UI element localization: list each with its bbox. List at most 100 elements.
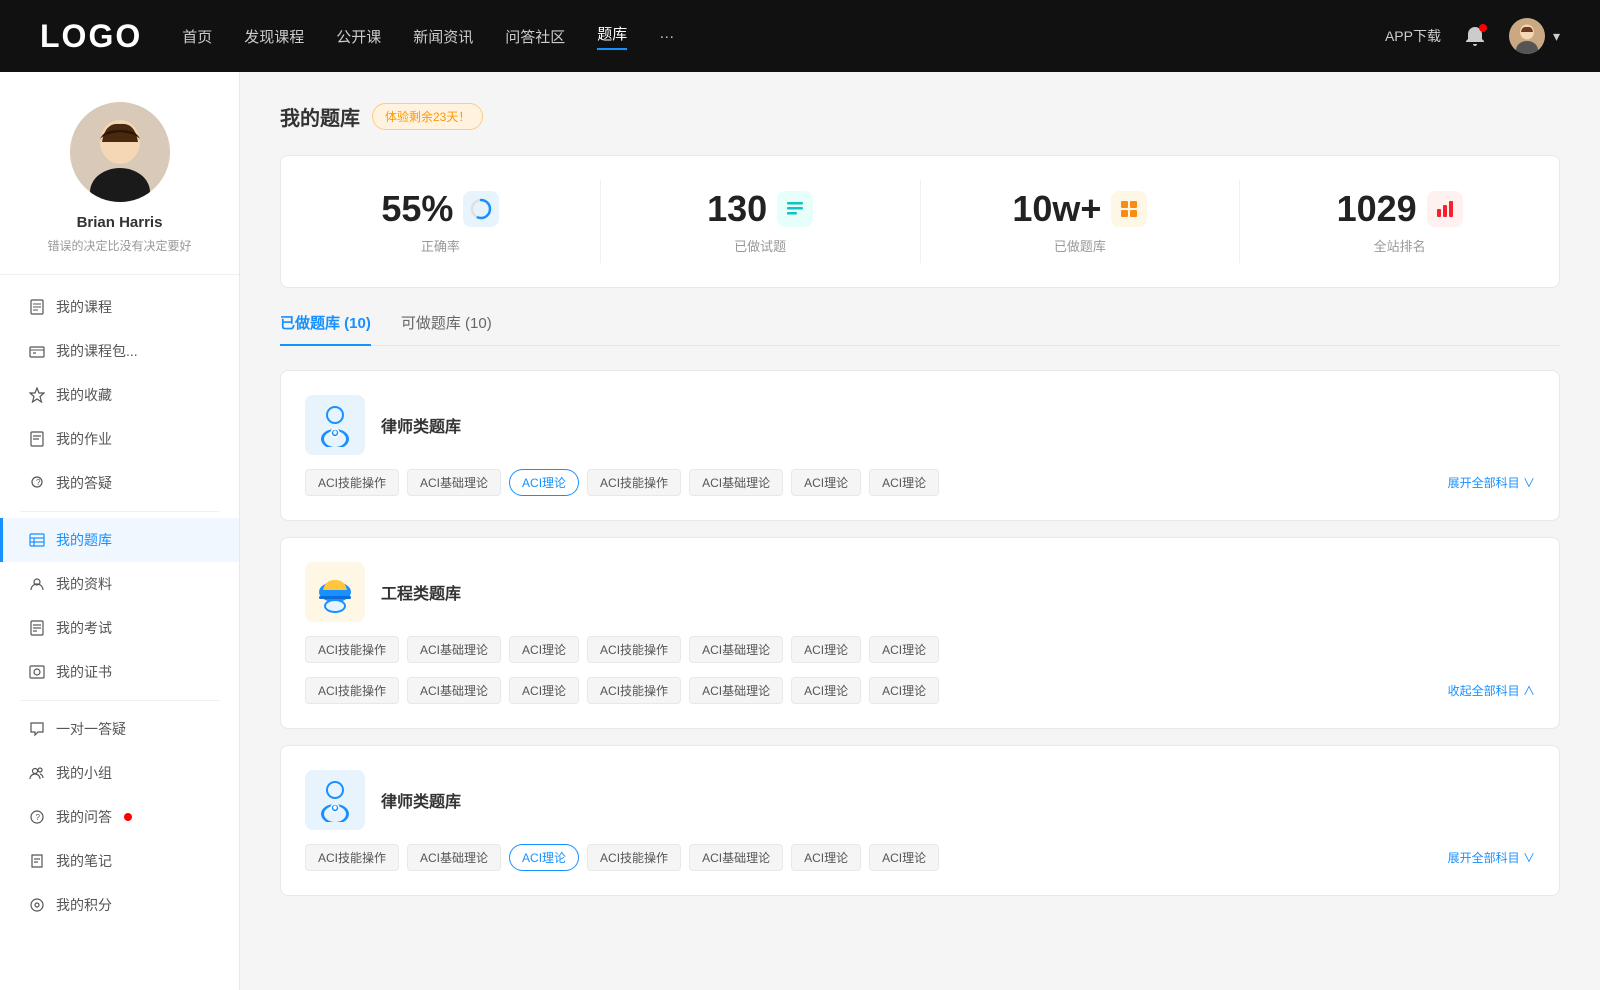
tag-item-active[interactable]: ACI理论 [509, 844, 579, 871]
stat-label: 全站排名 [1374, 236, 1426, 255]
cert-icon [28, 663, 46, 681]
sidebar-item-my-collection[interactable]: 我的收藏 [0, 373, 239, 417]
tag-item[interactable]: ACI基础理论 [407, 677, 501, 704]
qbank-header: 律师类题库 [305, 770, 1535, 830]
tag-item[interactable]: ACI技能操作 [587, 677, 681, 704]
notes-icon [28, 852, 46, 870]
nav-opencourse[interactable]: 公开课 [336, 26, 381, 47]
sidebar-item-my-points[interactable]: 我的积分 [0, 883, 239, 927]
notification-bell[interactable] [1461, 22, 1489, 50]
sidebar-label: 我的作业 [56, 429, 112, 449]
main-content: 我的题库 体验剩余23天！ 55% 正确率 [240, 72, 1600, 990]
sidebar-label: 我的考试 [56, 618, 112, 638]
tag-item[interactable]: ACI理论 [791, 677, 861, 704]
tag-item[interactable]: ACI基础理论 [689, 677, 783, 704]
tag-item[interactable]: ACI基础理论 [407, 844, 501, 871]
collapse-link[interactable]: 收起全部科目 ∧ [1448, 682, 1535, 699]
user-menu[interactable]: ▾ [1509, 18, 1560, 54]
tag-item[interactable]: ACI理论 [509, 677, 579, 704]
sidebar-label: 我的积分 [56, 895, 112, 915]
sidebar-item-my-notes[interactable]: 我的笔记 [0, 839, 239, 883]
sidebar-item-my-qbank[interactable]: 我的题库 [0, 518, 239, 562]
profile-avatar [70, 102, 170, 202]
accuracy-icon [463, 191, 499, 227]
qbank-title: 律师类题库 [381, 788, 461, 812]
tag-item[interactable]: ACI理论 [509, 636, 579, 663]
tag-item[interactable]: ACI理论 [791, 469, 861, 496]
tag-item[interactable]: ACI理论 [791, 844, 861, 871]
sidebar-profile: Brian Harris 错误的决定比没有决定要好 [0, 102, 239, 275]
points-icon [28, 896, 46, 914]
sidebar-menu: 我的课程 我的课程包... 我的收藏 我的作业 [0, 275, 239, 937]
tag-item[interactable]: ACI基础理论 [689, 844, 783, 871]
stat-value: 55% [381, 188, 453, 230]
sidebar-item-my-cert[interactable]: 我的证书 [0, 650, 239, 694]
sidebar-item-my-questions[interactable]: ? 我的问答 [0, 795, 239, 839]
tag-item[interactable]: ACI基础理论 [689, 636, 783, 663]
tag-item[interactable]: ACI技能操作 [305, 469, 399, 496]
tag-item[interactable]: ACI理论 [791, 636, 861, 663]
qbank-icon-lawyer2 [305, 770, 365, 830]
app-download-button[interactable]: APP下载 [1385, 26, 1441, 46]
nav-discover[interactable]: 发现课程 [244, 26, 304, 47]
stat-value: 10w+ [1012, 188, 1101, 230]
tag-item[interactable]: ACI理论 [869, 677, 939, 704]
tag-item-active[interactable]: ACI理论 [509, 469, 579, 496]
sidebar-item-my-group[interactable]: 我的小组 [0, 751, 239, 795]
stat-row: 55% [381, 188, 499, 230]
qbank-header: 律师类题库 [305, 395, 1535, 455]
divider2 [20, 700, 219, 701]
sidebar-item-my-qa[interactable]: ? 我的答疑 [0, 461, 239, 505]
sidebar: Brian Harris 错误的决定比没有决定要好 我的课程 我的课程包... [0, 72, 240, 990]
sidebar-item-my-course[interactable]: 我的课程 [0, 285, 239, 329]
sidebar-label: 我的笔记 [56, 851, 112, 871]
tag-item[interactable]: ACI技能操作 [587, 636, 681, 663]
qbank-item-lawyer2: 律师类题库 ACI技能操作 ACI基础理论 ACI理论 ACI技能操作 ACI基… [280, 745, 1560, 896]
qbank-tags-row1: ACI技能操作 ACI基础理论 ACI理论 ACI技能操作 ACI基础理论 AC… [305, 469, 1535, 496]
profile-motto: 错误的决定比没有决定要好 [20, 237, 219, 254]
stat-row: 10w+ [1012, 188, 1147, 230]
tag-item[interactable]: ACI技能操作 [587, 844, 681, 871]
tag-item[interactable]: ACI理论 [869, 469, 939, 496]
nav-news[interactable]: 新闻资讯 [413, 26, 473, 47]
nav-home[interactable]: 首页 [182, 26, 212, 47]
stat-value: 1029 [1337, 188, 1417, 230]
sidebar-label: 我的资料 [56, 574, 112, 594]
expand-link[interactable]: 展开全部科目 ∨ [1448, 474, 1535, 491]
stat-label: 已做题库 [1054, 236, 1106, 255]
tag-item[interactable]: ACI理论 [869, 844, 939, 871]
sidebar-label: 一对一答疑 [56, 719, 126, 739]
tag-item[interactable]: ACI技能操作 [305, 677, 399, 704]
tag-item[interactable]: ACI基础理论 [407, 636, 501, 663]
tag-item[interactable]: ACI技能操作 [587, 469, 681, 496]
stat-value: 130 [707, 188, 767, 230]
tag-item[interactable]: ACI理论 [869, 636, 939, 663]
qbank-tags-row1: ACI技能操作 ACI基础理论 ACI理论 ACI技能操作 ACI基础理论 AC… [305, 844, 1535, 871]
sidebar-item-my-course-package[interactable]: 我的课程包... [0, 329, 239, 373]
sidebar-item-one-on-one[interactable]: 一对一答疑 [0, 707, 239, 751]
logo: LOGO [40, 18, 142, 55]
stat-accuracy: 55% 正确率 [281, 180, 601, 263]
tag-item[interactable]: ACI技能操作 [305, 844, 399, 871]
nav-more[interactable]: ··· [659, 28, 674, 45]
user-avatar [1509, 18, 1545, 54]
sidebar-label: 我的题库 [56, 530, 112, 550]
tab-available[interactable]: 可做题库 (10) [401, 312, 492, 345]
sidebar-item-my-profile[interactable]: 我的资料 [0, 562, 239, 606]
sidebar-item-my-exam[interactable]: 我的考试 [0, 606, 239, 650]
nav-qbank[interactable]: 题库 [597, 23, 627, 50]
sidebar-item-my-homework[interactable]: 我的作业 [0, 417, 239, 461]
expand-link[interactable]: 展开全部科目 ∨ [1448, 849, 1535, 866]
sidebar-label: 我的问答 [56, 807, 112, 827]
tag-item[interactable]: ACI基础理论 [689, 469, 783, 496]
tab-done[interactable]: 已做题库 (10) [280, 312, 371, 345]
qbank-icon-lawyer [305, 395, 365, 455]
sidebar-label: 我的小组 [56, 763, 112, 783]
tag-item[interactable]: ACI技能操作 [305, 636, 399, 663]
course-package-icon [28, 342, 46, 360]
qbank-icon [28, 531, 46, 549]
tag-item[interactable]: ACI基础理论 [407, 469, 501, 496]
page-title: 我的题库 [280, 102, 360, 131]
profile-icon [28, 575, 46, 593]
nav-qa[interactable]: 问答社区 [505, 26, 565, 47]
